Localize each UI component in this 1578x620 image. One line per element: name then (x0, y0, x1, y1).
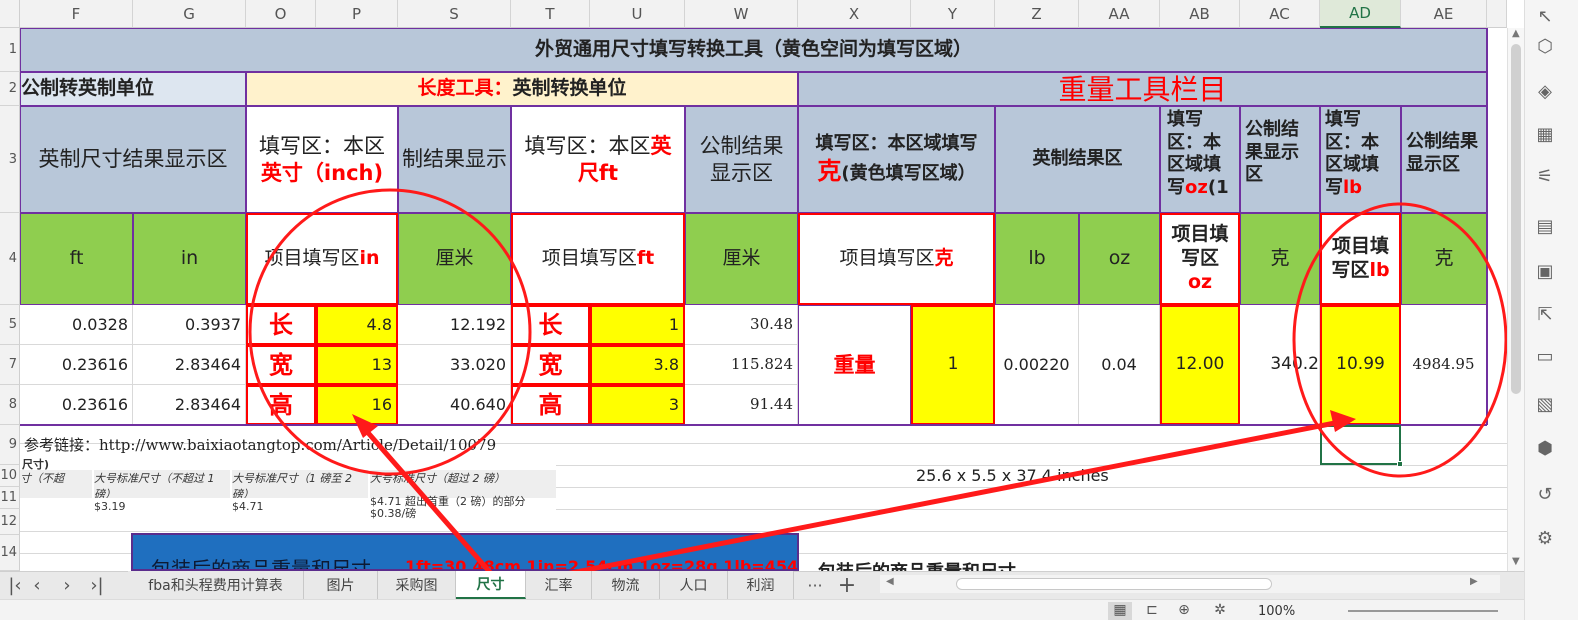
annotation-arrowhead-lb (1330, 410, 1356, 432)
image-icon[interactable]: ▣ (1529, 255, 1561, 287)
tab-population[interactable]: 人口 (660, 571, 728, 599)
annotation-arrow-to-inch (361, 425, 497, 580)
tab-exchange-rate[interactable]: 汇率 (526, 571, 592, 599)
filter-icon[interactable]: ⚟ (1529, 160, 1561, 192)
page-layout-view-icon[interactable]: ⊕ (1172, 602, 1196, 620)
pointer-icon[interactable]: ↖ (1529, 0, 1561, 32)
tab-size[interactable]: 尺寸 (456, 571, 526, 599)
shapes-icon[interactable]: ⬡ (1529, 30, 1561, 62)
panel-icon[interactable]: ▭ (1529, 340, 1561, 372)
scroll-up-arrow-icon[interactable]: ▲ (1512, 28, 1520, 39)
shield-icon[interactable]: ⬢ (1529, 432, 1561, 464)
scroll-down-arrow-icon[interactable]: ▼ (1512, 556, 1520, 567)
share-icon[interactable]: ⇱ (1529, 298, 1561, 330)
settings-icon[interactable]: ⚙ (1529, 522, 1561, 554)
normal-view-icon[interactable]: ▦ (1108, 602, 1132, 620)
page-break-view-icon[interactable]: ⊏ (1140, 602, 1164, 620)
zoom-level[interactable]: 100% (1258, 604, 1308, 620)
tab-purchase-images[interactable]: 采购图 (378, 571, 456, 599)
next-sheet-icon[interactable]: › (52, 571, 82, 599)
picture-icon[interactable]: ▧ (1529, 388, 1561, 420)
tab-fba-fees[interactable]: fba和头程费用计算表 (128, 571, 304, 599)
table-icon[interactable]: ▦ (1529, 118, 1561, 150)
vertical-scroll-thumb[interactable] (1511, 44, 1521, 394)
annotation-circle-lb (1292, 202, 1508, 478)
annotation-circle-inch (248, 188, 532, 476)
text-icon[interactable]: ▤ (1529, 210, 1561, 242)
tab-profit[interactable]: 利润 (728, 571, 794, 599)
scroll-right-arrow-icon[interactable]: ▶ (1470, 576, 1478, 587)
vertical-scrollbar[interactable]: ▲ ▼ (1507, 28, 1524, 571)
horizontal-scrollbar[interactable]: ◀ ▶ (880, 575, 1500, 593)
annotation-overlay (248, 188, 1508, 594)
prev-sheet-icon[interactable]: ‹ (22, 571, 52, 599)
cube-icon[interactable]: ◈ (1529, 75, 1561, 107)
tab-logistics[interactable]: 物流 (592, 571, 660, 599)
annotation-arrowhead-inch (352, 414, 378, 438)
more-tabs-icon[interactable]: ··· (800, 571, 830, 599)
zoom-slider[interactable] (1348, 610, 1498, 612)
last-sheet-icon[interactable]: ›| (82, 571, 112, 599)
annotation-arrow-to-lb (509, 419, 1341, 588)
tab-images[interactable]: 图片 (304, 571, 378, 599)
history-icon[interactable]: ↺ (1529, 478, 1561, 510)
horizontal-scroll-thumb[interactable] (956, 578, 1272, 590)
add-sheet-button[interactable]: + (832, 571, 862, 599)
eye-protect-icon[interactable]: ✲ (1208, 602, 1232, 620)
scroll-left-arrow-icon[interactable]: ◀ (886, 576, 894, 587)
